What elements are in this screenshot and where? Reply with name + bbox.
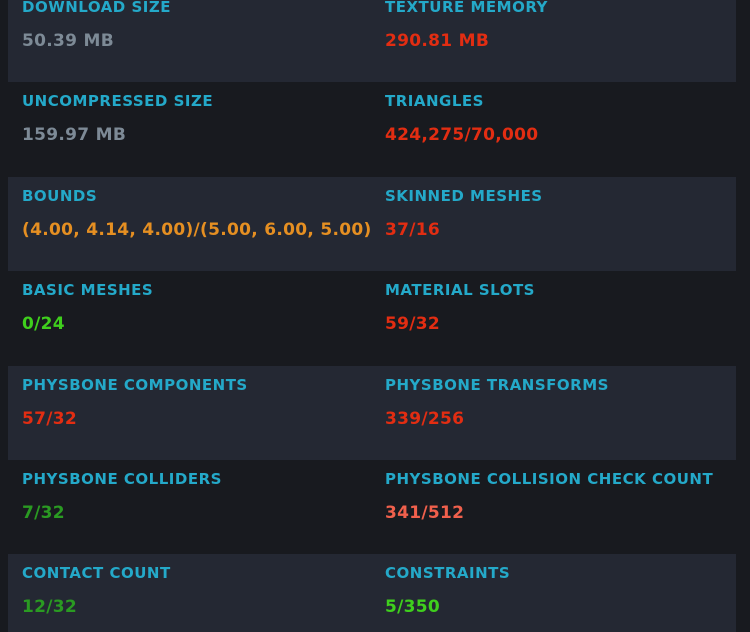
stat-label: SKINNED MESHES (385, 187, 543, 205)
stats-row: BOUNDS (4.00, 4.14, 4.00)/(5.00, 6.00, 5… (8, 177, 736, 271)
stat-label: BOUNDS (22, 187, 98, 205)
stats-row: CONTACT COUNT 12/32 CONSTRAINTS 5/350 (8, 554, 736, 632)
stat-label: PHYSBONE COLLISION CHECK COUNT (385, 470, 714, 488)
stat-label: DOWNLOAD SIZE (22, 0, 171, 16)
stat-label: TEXTURE MEMORY (385, 0, 548, 16)
stat-value: 0/24 (22, 314, 65, 334)
stat-label: CONTACT COUNT (22, 564, 171, 582)
stat-value: 424,275/70,000 (385, 125, 539, 145)
stat-contact-count: CONTACT COUNT 12/32 (8, 554, 371, 632)
stat-value: 50.39 MB (22, 31, 114, 51)
stat-physbone-collision-check-count: PHYSBONE COLLISION CHECK COUNT 341/512 (371, 460, 736, 554)
avatar-performance-stats: DOWNLOAD SIZE 50.39 MB TEXTURE MEMORY 29… (0, 0, 750, 632)
stat-physbone-transforms: PHYSBONE TRANSFORMS 339/256 (371, 366, 736, 460)
stat-physbone-components: PHYSBONE COMPONENTS 57/32 (8, 366, 371, 460)
stats-row: DOWNLOAD SIZE 50.39 MB TEXTURE MEMORY 29… (8, 0, 736, 82)
stat-texture-memory: TEXTURE MEMORY 290.81 MB (371, 0, 736, 82)
stat-value: 57/32 (22, 409, 78, 429)
stat-label: BASIC MESHES (22, 281, 154, 299)
stats-row: BASIC MESHES 0/24 MATERIAL SLOTS 59/32 (8, 271, 736, 365)
stat-label: MATERIAL SLOTS (385, 281, 535, 299)
stat-skinned-meshes: SKINNED MESHES 37/16 (371, 177, 736, 271)
stat-basic-meshes: BASIC MESHES 0/24 (8, 271, 371, 365)
stat-triangles: TRIANGLES 424,275/70,000 (371, 82, 736, 176)
stat-label: PHYSBONE COMPONENTS (22, 376, 248, 394)
stat-value: (4.00, 4.14, 4.00)/(5.00, 6.00, 5.00) (22, 220, 372, 240)
stat-value: 5/350 (385, 597, 441, 617)
stat-download-size: DOWNLOAD SIZE 50.39 MB (8, 0, 371, 82)
stat-label: PHYSBONE COLLIDERS (22, 470, 222, 488)
stat-label: UNCOMPRESSED SIZE (22, 92, 214, 110)
stat-material-slots: MATERIAL SLOTS 59/32 (371, 271, 736, 365)
stat-bounds: BOUNDS (4.00, 4.14, 4.00)/(5.00, 6.00, 5… (8, 177, 371, 271)
stat-value: 37/16 (385, 220, 441, 240)
stat-label: CONSTRAINTS (385, 564, 511, 582)
stats-row: UNCOMPRESSED SIZE 159.97 MB TRIANGLES 42… (8, 82, 736, 176)
stat-value: 7/32 (22, 503, 65, 523)
stat-value: 59/32 (385, 314, 441, 334)
stat-constraints: CONSTRAINTS 5/350 (371, 554, 736, 632)
stat-physbone-colliders: PHYSBONE COLLIDERS 7/32 (8, 460, 371, 554)
stat-label: PHYSBONE TRANSFORMS (385, 376, 609, 394)
stats-row: PHYSBONE COLLIDERS 7/32 PHYSBONE COLLISI… (8, 460, 736, 554)
stats-row: PHYSBONE COMPONENTS 57/32 PHYSBONE TRANS… (8, 366, 736, 460)
stat-uncompressed-size: UNCOMPRESSED SIZE 159.97 MB (8, 82, 371, 176)
stat-value: 12/32 (22, 597, 78, 617)
stat-value: 159.97 MB (22, 125, 127, 145)
stat-value: 339/256 (385, 409, 465, 429)
stat-value: 341/512 (385, 503, 465, 523)
stat-value: 290.81 MB (385, 31, 490, 51)
stat-label: TRIANGLES (385, 92, 484, 110)
